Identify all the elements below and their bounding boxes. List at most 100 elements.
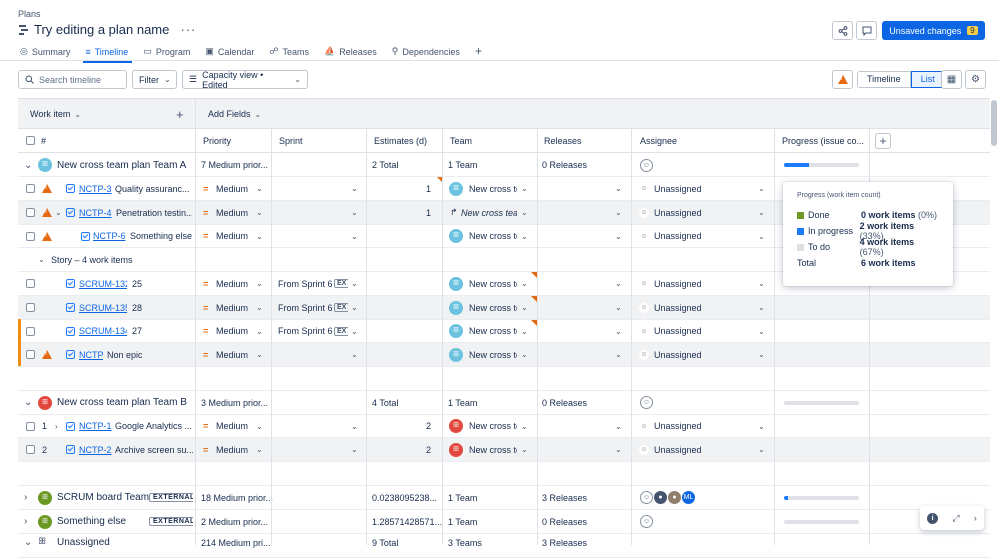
issue-summary[interactable]: Something else [130, 225, 196, 247]
estimate-value[interactable]: 1 [398, 177, 431, 200]
issue-key-link[interactable]: SCRUM-134 [79, 320, 127, 342]
issue-key-link[interactable]: SCRUM-132 [79, 272, 127, 295]
sprint-value[interactable]: From Sprint 6 [278, 320, 334, 342]
add-work-item-button[interactable]: + [176, 99, 188, 129]
issue-key-link[interactable]: NCTP-3 [79, 177, 113, 200]
chevron-down-icon[interactable]: ⌄ [521, 438, 531, 461]
issue-key-link[interactable]: NCTP-2 [79, 438, 113, 461]
timeline-mode-button[interactable]: Timeline [857, 71, 911, 88]
assignee-value[interactable]: Unassigned [654, 296, 714, 319]
column-priority[interactable]: Priority [203, 129, 273, 152]
chevron-down-icon[interactable]: ⌄ [615, 320, 625, 342]
filter-button[interactable]: Filter ⌄ [132, 70, 177, 89]
select-all-checkbox[interactable] [26, 129, 38, 152]
assignee-value[interactable]: Unassigned [654, 320, 714, 342]
table-row[interactable]: SCRUM-135 28 = Medium ⌄ From Sprint 6 EX… [18, 296, 990, 320]
row-checkbox[interactable] [26, 272, 38, 295]
add-column-button[interactable]: + [874, 129, 892, 152]
chevron-down-icon[interactable]: ⌄ [615, 177, 625, 200]
team-value[interactable]: New cross te [469, 438, 517, 461]
sprint-value[interactable]: From Sprint 6 [278, 272, 334, 295]
add-fields-button[interactable]: Add Fields ⌄ [208, 99, 288, 129]
chevron-down-icon[interactable]: ⌄ [615, 201, 625, 224]
estimate-value[interactable]: 1 [398, 201, 431, 224]
progress-bar[interactable] [784, 486, 864, 509]
chevron-down-icon[interactable]: ⌄ [55, 201, 65, 224]
feedback-button[interactable] [856, 21, 877, 40]
chevron-down-icon[interactable]: ⌄ [758, 438, 768, 461]
chevron-down-icon[interactable]: ⌄ [256, 343, 266, 366]
chevron-down-icon[interactable]: ⌄ [615, 415, 625, 437]
team-value[interactable]: New cross te [469, 272, 517, 295]
assignee-value[interactable]: Unassigned [654, 225, 714, 247]
chevron-down-icon[interactable]: ⌄ [615, 343, 625, 366]
group-row-unassigned[interactable]: ⌄ ꕥ Unassigned 214 Medium pri... 9 Total… [18, 534, 990, 558]
chevron-down-icon[interactable]: ⌄ [256, 272, 266, 295]
chevron-down-icon[interactable]: ⌄ [615, 272, 625, 295]
issue-summary[interactable]: 28 [132, 296, 162, 319]
team-value[interactable]: New cross te [469, 415, 517, 437]
issue-summary[interactable]: Non epic [107, 343, 157, 366]
chevron-down-icon[interactable]: ⌄ [521, 177, 531, 200]
team-value[interactable]: New cross te [469, 225, 517, 247]
chevron-down-icon[interactable]: ⌄ [521, 272, 531, 295]
row-checkbox[interactable] [26, 296, 38, 319]
column-assignee[interactable]: Assignee [640, 129, 720, 152]
chevron-down-icon[interactable]: ⌄ [256, 177, 266, 200]
assignee-value[interactable]: Unassigned [654, 177, 714, 200]
progress-bar[interactable] [784, 154, 864, 176]
row-checkbox[interactable] [26, 225, 38, 247]
chevron-down-icon[interactable]: ⌄ [24, 154, 36, 176]
table-row[interactable]: 1 › NCTP-1 Google Analytics ... = Medium… [18, 415, 990, 438]
column-sprint[interactable]: Sprint [279, 129, 359, 152]
issue-key-link[interactable]: NCTP [79, 343, 103, 366]
chevron-down-icon[interactable]: ⌄ [521, 320, 531, 342]
unsaved-changes-button[interactable]: Unsaved changes 9 [882, 21, 985, 40]
team-value[interactable]: New cross te [469, 343, 517, 366]
chevron-down-icon[interactable]: ⌄ [351, 225, 361, 247]
table-row[interactable]: NCTP Non epic = Medium ⌄ ⌄ ꕥ New cross t… [18, 343, 990, 367]
table-row[interactable]: 2 NCTP-2 Archive screen su... = Medium ⌄… [18, 438, 990, 462]
chevron-right-icon[interactable]: › [55, 415, 65, 437]
chevron-down-icon[interactable]: ⌄ [256, 225, 266, 247]
chevron-down-icon[interactable]: ⌄ [758, 320, 768, 342]
row-checkbox[interactable] [26, 320, 38, 342]
chevron-down-icon[interactable]: ⌄ [521, 201, 531, 224]
search-input[interactable]: Search timeline [18, 70, 127, 89]
chevron-down-icon[interactable]: ⌄ [351, 296, 361, 319]
chevron-down-icon[interactable]: ⌄ [758, 415, 768, 437]
chevron-down-icon[interactable]: ⌄ [351, 201, 361, 224]
group-row-scrum-board[interactable]: › ꕥ SCRUM board Team EXTERNAL 18 Medium … [18, 486, 990, 510]
issue-key-link[interactable]: NCTP-4 [79, 201, 113, 224]
chevron-down-icon[interactable]: ⌄ [256, 320, 266, 342]
chevron-down-icon[interactable]: ⌄ [256, 201, 266, 224]
chevron-right-icon[interactable]: › [974, 513, 977, 523]
chevron-right-icon[interactable]: › [24, 486, 36, 509]
view-settings-icon-button[interactable]: ⚙ [965, 70, 986, 89]
column-releases[interactable]: Releases [544, 129, 624, 152]
issue-key-link[interactable]: SCRUM-135 [79, 296, 127, 319]
avatar-group[interactable]: ☺ ● ● ML [640, 486, 696, 509]
chevron-down-icon[interactable]: ⌄ [758, 272, 768, 295]
chevron-down-icon[interactable]: ⌄ [256, 296, 266, 319]
row-checkbox[interactable] [26, 177, 38, 200]
expand-icon[interactable]: ⤢ [952, 513, 959, 524]
assignee-value[interactable]: Unassigned [654, 343, 714, 366]
chevron-down-icon[interactable]: ⌄ [351, 343, 361, 366]
sprint-value[interactable]: From Sprint 6 [278, 296, 334, 319]
column-progress[interactable]: Progress (issue co... [782, 129, 868, 152]
assignee-value[interactable]: Unassigned [654, 201, 714, 224]
team-value[interactable]: New cross tean [461, 201, 517, 224]
chevron-down-icon[interactable]: ⌄ [615, 438, 625, 461]
chevron-right-icon[interactable]: › [24, 510, 36, 533]
work-item-header[interactable]: Work item ⌄ [30, 99, 190, 129]
assignee-value[interactable]: Unassigned [654, 415, 714, 437]
group-row-team-b[interactable]: ⌄ ꕥ New cross team plan Team B 3 Medium … [18, 391, 990, 415]
row-checkbox[interactable] [26, 438, 38, 461]
chevron-down-icon[interactable]: ⌄ [758, 225, 768, 247]
info-icon[interactable]: i [927, 512, 939, 524]
share-button[interactable] [832, 21, 853, 40]
chevron-down-icon[interactable]: ⌄ [758, 177, 768, 200]
chevron-down-icon[interactable]: ⌄ [256, 438, 266, 461]
issue-summary[interactable]: 27 [132, 320, 162, 342]
